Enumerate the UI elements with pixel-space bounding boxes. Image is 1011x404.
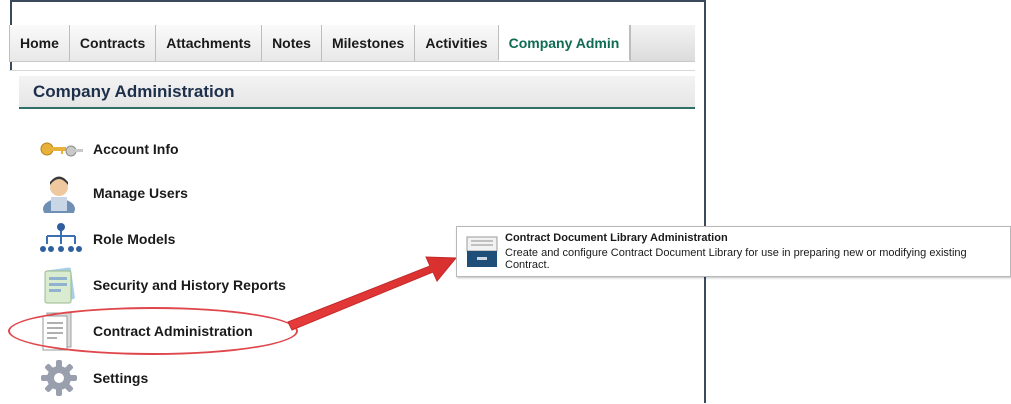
annotation-arrow <box>287 256 458 331</box>
contract-library-popup[interactable]: Contract Document Library Administration… <box>456 226 1011 277</box>
popup-description: Create and configure Contract Document L… <box>505 247 967 271</box>
file-cabinet-icon <box>465 235 499 269</box>
popup-text: Contract Document Library Administration… <box>505 232 1010 271</box>
popup-title: Contract Document Library Administration <box>505 232 728 244</box>
